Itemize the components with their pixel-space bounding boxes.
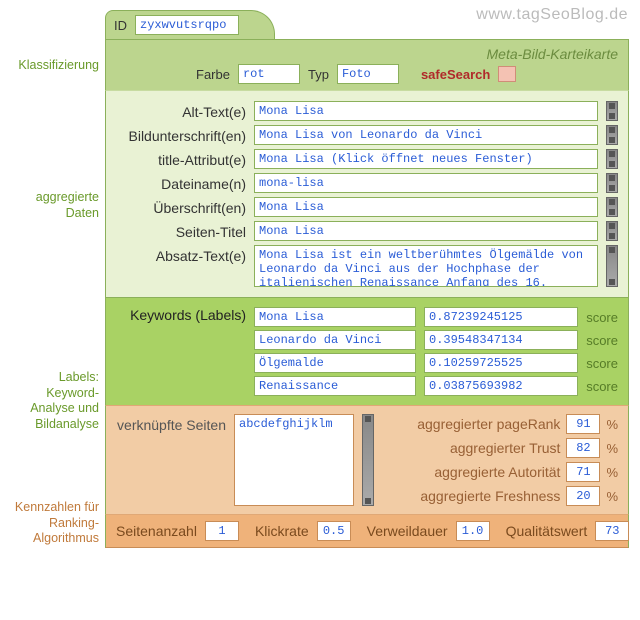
dwell-input[interactable] (456, 521, 490, 541)
keywords-header: Keywords (Labels) (116, 304, 246, 323)
ctr-input[interactable] (317, 521, 351, 541)
keyword-score-input[interactable] (424, 353, 578, 373)
keyword-label-input[interactable] (254, 353, 416, 373)
scrollbar-icon[interactable] (606, 125, 618, 145)
color-input[interactable] (238, 64, 300, 84)
annotation-classification: Klassifizierung (4, 58, 99, 74)
annotation-labels: Labels: Keyword-Analyse und Bildanalyse (4, 370, 99, 433)
type-label: Typ (308, 67, 329, 82)
keyword-label-input[interactable] (254, 330, 416, 350)
trust-label: aggregierter Trust (450, 440, 561, 456)
score-label: score (586, 310, 618, 325)
percent-label: % (606, 417, 618, 432)
linked-pages-input[interactable] (234, 414, 354, 506)
page-title-label: Seiten-Titel (116, 221, 246, 240)
pagerank-input[interactable] (566, 414, 600, 434)
paragraph-label: Absatz-Text(e) (116, 245, 246, 264)
title-attr-input[interactable] (254, 149, 598, 169)
keyword-label-input[interactable] (254, 307, 416, 327)
keyword-label-input[interactable] (254, 376, 416, 396)
safesearch-label: safeSearch (421, 67, 490, 82)
annotation-metrics: Kennzahlen für Ranking-Algorithmus (4, 500, 99, 547)
linked-pages-label: verknüpfte Seiten (116, 414, 226, 433)
aggregated-data-section: Alt-Text(e) Bildunterschrift(en) title-A… (105, 90, 629, 297)
percent-label: % (606, 465, 618, 480)
scrollbar-icon[interactable] (362, 414, 374, 506)
alt-text-label: Alt-Text(e) (116, 101, 246, 120)
scrollbar-icon[interactable] (606, 149, 618, 169)
classification-section: Meta-Bild-Karteikarte Farbe Typ safeSear… (105, 39, 629, 90)
scrollbar-icon[interactable] (606, 173, 618, 193)
authority-input[interactable] (566, 462, 600, 482)
freshness-input[interactable] (566, 486, 600, 506)
scrollbar-icon[interactable] (606, 197, 618, 217)
score-label: score (586, 356, 618, 371)
page-title-input[interactable] (254, 221, 598, 241)
pagecount-label: Seitenanzahl (116, 523, 197, 539)
scrollbar-icon[interactable] (606, 221, 618, 241)
authority-label: aggregierte Autorität (434, 464, 560, 480)
alt-text-input[interactable] (254, 101, 598, 121)
safesearch-checkbox[interactable] (498, 66, 516, 82)
annotation-aggregated-data: aggregierte Daten (4, 190, 99, 221)
keyword-row: score (254, 307, 618, 327)
type-input[interactable] (337, 64, 399, 84)
keyword-score-input[interactable] (424, 376, 578, 396)
dwell-label: Verweildauer (367, 523, 448, 539)
paragraph-input[interactable] (254, 245, 598, 287)
keyword-row: score (254, 376, 618, 396)
filename-label: Dateiname(n) (116, 173, 246, 192)
heading-input[interactable] (254, 197, 598, 217)
color-label: Farbe (196, 67, 230, 82)
scrollbar-icon[interactable] (606, 245, 618, 287)
caption-input[interactable] (254, 125, 598, 145)
score-label: score (586, 333, 618, 348)
card-tab: ID (105, 10, 275, 39)
card-title: Meta-Bild-Karteikarte (116, 46, 618, 64)
id-label: ID (114, 18, 127, 33)
percent-label: % (606, 441, 618, 456)
title-attr-label: title-Attribut(e) (116, 149, 246, 168)
freshness-label: aggregierte Freshness (420, 488, 560, 504)
keyword-row: score (254, 330, 618, 350)
filename-input[interactable] (254, 173, 598, 193)
caption-label: Bildunterschrift(en) (116, 125, 246, 144)
linked-section: verknüpfte Seiten aggregierter pageRank … (105, 405, 629, 514)
score-label: score (586, 379, 618, 394)
percent-label: % (606, 489, 618, 504)
keyword-score-input[interactable] (424, 307, 578, 327)
id-input[interactable] (135, 15, 239, 35)
heading-label: Überschrift(en) (116, 197, 246, 216)
scrollbar-icon[interactable] (606, 101, 618, 121)
pagecount-input[interactable] (205, 521, 239, 541)
keyword-score-input[interactable] (424, 330, 578, 350)
pagerank-label: aggregierter pageRank (417, 416, 560, 432)
trust-input[interactable] (566, 438, 600, 458)
keywords-section: Keywords (Labels) score score score scor… (105, 297, 629, 405)
bottom-bar: Seitenanzahl Klickrate Verweildauer Qual… (105, 514, 629, 548)
quality-input[interactable] (595, 521, 629, 541)
meta-image-card: ID Meta-Bild-Karteikarte Farbe Typ safeS… (105, 10, 629, 548)
quality-label: Qualitätswert (506, 523, 588, 539)
keyword-row: score (254, 353, 618, 373)
ctr-label: Klickrate (255, 523, 309, 539)
